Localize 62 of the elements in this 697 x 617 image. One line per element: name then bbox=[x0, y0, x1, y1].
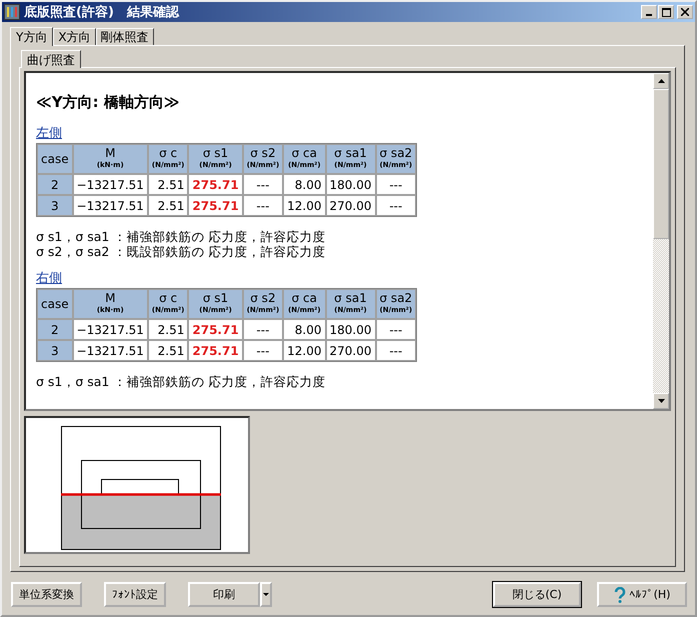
close-button[interactable] bbox=[677, 5, 693, 19]
column-header: case bbox=[37, 289, 73, 319]
table-cell: 8.00 bbox=[283, 174, 326, 195]
tab[interactable]: 剛体照査 bbox=[96, 28, 154, 45]
minimize-button[interactable] bbox=[641, 5, 657, 19]
table-cell: --- bbox=[376, 195, 416, 216]
tab[interactable]: Y方向 bbox=[10, 27, 54, 46]
toolbar-button[interactable]: ﾌｫﾝﾄ設定 bbox=[104, 582, 166, 607]
table-cell: 3 bbox=[37, 195, 73, 216]
table-cell: 2.51 bbox=[148, 340, 188, 361]
table-cell: 270.00 bbox=[326, 340, 376, 361]
legend-note: σ s1，σ sa1 ：補強部鉄筋の 応力度，許容応力度 bbox=[36, 374, 326, 389]
table-cell: 180.00 bbox=[326, 319, 376, 340]
table-cell: 270.00 bbox=[326, 195, 376, 216]
table-cell: 275.71 bbox=[188, 174, 243, 195]
column-header: case bbox=[37, 144, 73, 174]
table-cell: 275.71 bbox=[188, 340, 243, 361]
section-heading: ≪Y方向: 橋軸方向≫ bbox=[36, 93, 180, 112]
table-cell: --- bbox=[376, 319, 416, 340]
table-cell: 3 bbox=[37, 340, 73, 361]
table-cell: 2.51 bbox=[148, 319, 188, 340]
table-cell: −13217.51 bbox=[72, 340, 148, 361]
table-cell: 12.00 bbox=[283, 340, 326, 361]
table-cell: 2 bbox=[37, 174, 73, 195]
table-cell: 2.51 bbox=[148, 174, 188, 195]
section-title[interactable]: 左側 bbox=[36, 124, 643, 142]
window-title: 底版照査(許容) 結果確認 bbox=[24, 4, 180, 21]
help-button[interactable]: ﾍﾙﾌﾟ(H) bbox=[597, 582, 687, 607]
table-cell: 2.51 bbox=[148, 195, 188, 216]
tab[interactable]: 曲げ照査 bbox=[21, 50, 81, 68]
maximize-icon bbox=[662, 8, 670, 16]
table-cell: --- bbox=[242, 195, 284, 216]
table-cell: --- bbox=[376, 174, 416, 195]
section-title[interactable]: 右側 bbox=[36, 269, 643, 287]
table-cell: 275.71 bbox=[188, 319, 243, 340]
close-icon bbox=[681, 8, 689, 16]
table-cell: 12.00 bbox=[283, 195, 326, 216]
print-button[interactable]: 印刷 bbox=[188, 582, 260, 607]
table-cell: −13217.51 bbox=[72, 195, 148, 216]
close-button[interactable]: 閉じる(C) bbox=[493, 582, 581, 607]
legend-note: σ s1，σ sa1 ：補強部鉄筋の 応力度，許容応力度 bbox=[36, 229, 326, 244]
caret-icon bbox=[263, 592, 269, 596]
table-cell: 8.00 bbox=[283, 319, 326, 340]
app-icon bbox=[4, 4, 20, 20]
scroll-up-icon bbox=[658, 79, 664, 83]
table-cell: 275.71 bbox=[188, 195, 243, 216]
table-cell: --- bbox=[242, 340, 284, 361]
maximize-button[interactable] bbox=[658, 5, 674, 19]
scrollbar[interactable] bbox=[653, 73, 669, 409]
table-cell: 180.00 bbox=[326, 174, 376, 195]
tab[interactable]: X方向 bbox=[53, 28, 96, 45]
table-cell: --- bbox=[242, 174, 284, 195]
dropdown-button[interactable] bbox=[260, 582, 272, 607]
question-mark-icon bbox=[614, 586, 626, 602]
legend-note: σ s2，σ sa2 ：既設部鉄筋の 応力度，許容応力度 bbox=[36, 244, 326, 259]
table-cell: --- bbox=[376, 340, 416, 361]
table-cell: −13217.51 bbox=[72, 319, 148, 340]
table-cell: 2 bbox=[37, 319, 73, 340]
scroll-down-icon bbox=[658, 399, 664, 403]
table-cell: −13217.51 bbox=[72, 174, 148, 195]
toolbar-button[interactable]: 単位系変換 bbox=[11, 582, 82, 607]
table-cell: --- bbox=[242, 319, 284, 340]
